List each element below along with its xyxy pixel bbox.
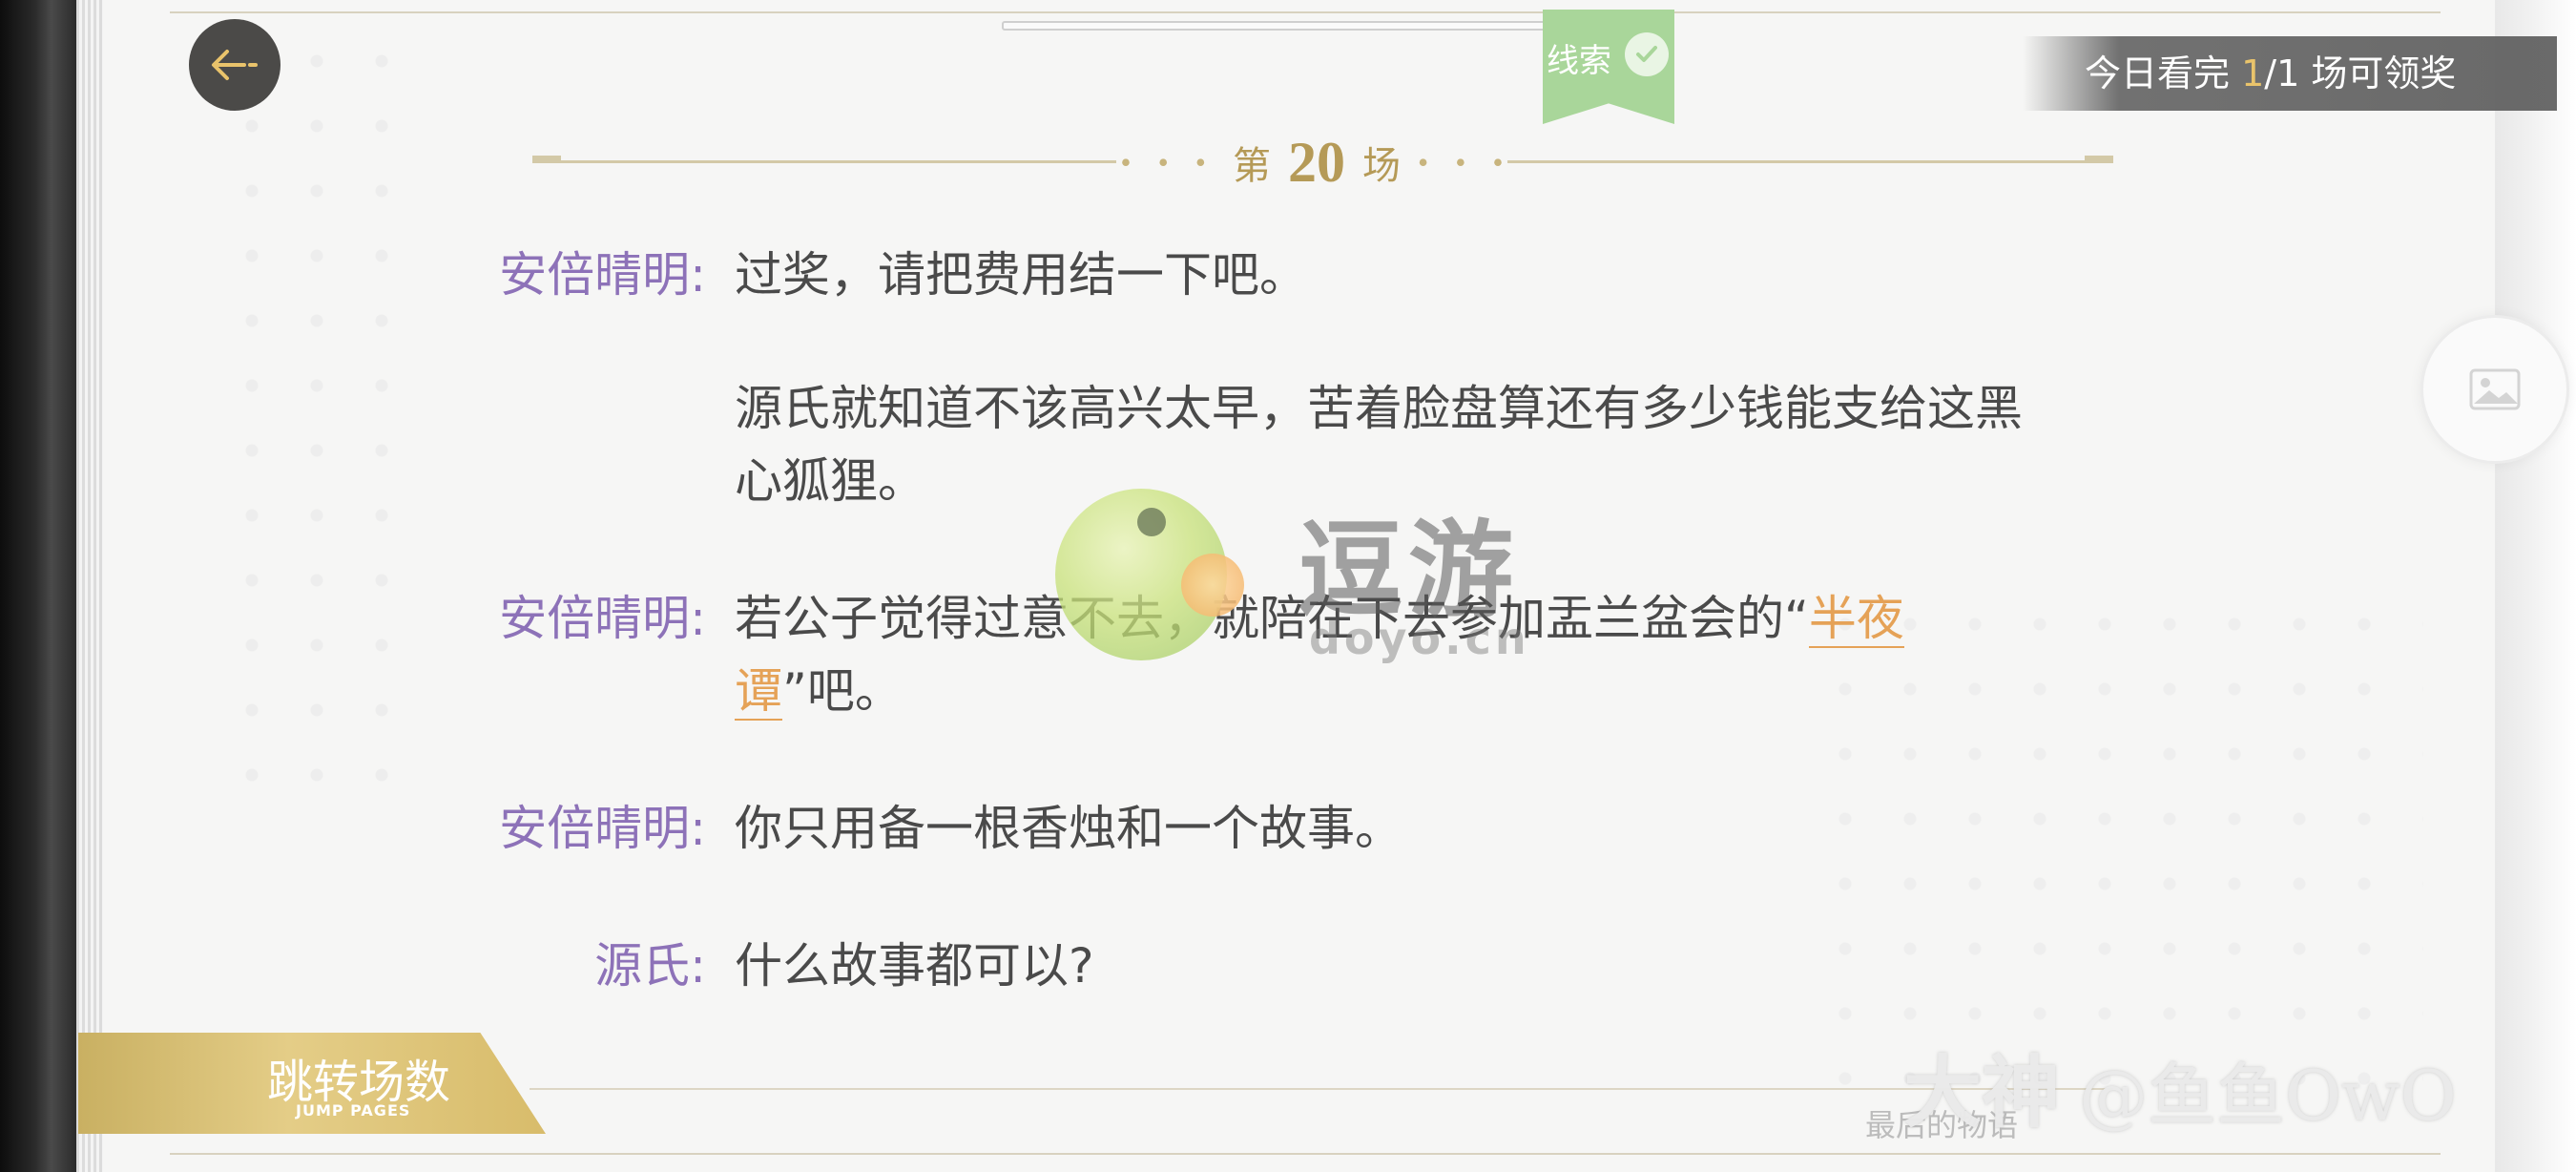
reward-current: 1: [2241, 52, 2265, 94]
dialogue-text: 你只用备一根香烛和一个故事。: [735, 801, 1402, 856]
speaker-name: 安倍晴明:: [499, 247, 706, 303]
jump-sub-label: JUMP PAGES: [296, 1101, 411, 1120]
scene-prefix: 第: [1233, 144, 1271, 187]
text-after: ”吧。: [782, 663, 903, 719]
dialogue-text: 什么故事都可以?: [735, 938, 1094, 994]
check-icon: [1625, 32, 1669, 76]
signature-handle: @鱼鱼OwO: [2079, 1056, 2457, 1136]
reward-suffix: /1 场可领奖: [2264, 52, 2457, 94]
gallery-button[interactable]: [2420, 315, 2569, 464]
background-pattern: [219, 29, 429, 792]
daily-reward-banner[interactable]: 今日看完 1/1 场可领奖: [2023, 36, 2557, 111]
bottom-rule: [530, 1088, 2113, 1090]
speaker-name: 安倍晴明:: [499, 591, 706, 646]
image-icon: [2469, 368, 2521, 410]
book-spine: [0, 0, 86, 1172]
back-arrow-icon: [212, 50, 258, 80]
scene-dots: • • •: [1418, 144, 1513, 179]
signature-brand: 大神: [1903, 1048, 2061, 1139]
watermark-logo-eye: [1137, 508, 1166, 536]
clue-label: 线索: [1547, 42, 1611, 80]
site-watermark: 逗游 doyo.cn: [1049, 485, 1565, 666]
scene-dots: • • •: [1120, 144, 1215, 179]
rule-cap: [2085, 156, 2113, 163]
scene-rule-right: [1507, 160, 2109, 163]
speaker-name: 源氏:: [594, 938, 706, 994]
top-border: [170, 11, 2441, 13]
scene-title: • • • 第 20 场 • • •: [1107, 124, 1527, 200]
scene-number: 20: [1288, 130, 1345, 194]
scene-suffix: 场: [1362, 144, 1401, 187]
reward-prefix: 今日看完: [2085, 52, 2242, 94]
watermark-sub: doyo.cn: [1309, 613, 1530, 664]
speaker-name: 安倍晴明:: [499, 801, 706, 856]
jump-pages-button[interactable]: 跳转场数 JUMP PAGES: [78, 1033, 546, 1134]
dialogue-text: 过奖，请把费用结一下吧。: [735, 247, 1307, 303]
drag-handle[interactable]: [1002, 21, 1578, 31]
author-signature: 大神 @鱼鱼OwO: [1903, 1029, 2457, 1142]
page-right-edge: [2495, 0, 2576, 1172]
back-button[interactable]: [189, 19, 280, 111]
scene-rule-left: [534, 160, 1116, 163]
bottom-border: [170, 1153, 2441, 1155]
watermark-logo-dot: [1181, 554, 1244, 617]
